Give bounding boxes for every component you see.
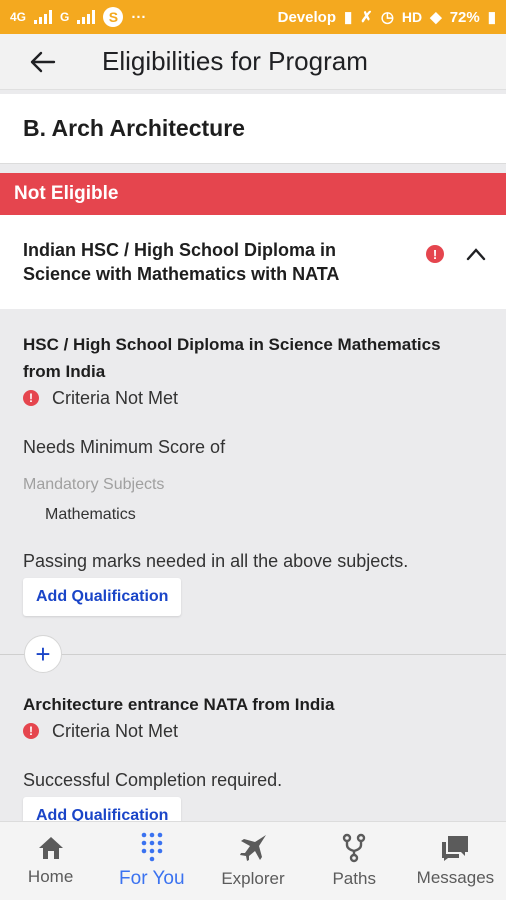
status-right: Develop ▮ ✗ ◷ HD ◆ 72% ▮ bbox=[277, 8, 496, 27]
nav-label: Explorer bbox=[221, 869, 285, 888]
arrow-left-icon bbox=[30, 51, 56, 72]
wifi-icon: ◆ bbox=[430, 9, 442, 26]
nav-explorer[interactable]: Explorer bbox=[202, 822, 303, 900]
nav-paths[interactable]: Paths bbox=[304, 822, 405, 900]
carrier-text: Develop bbox=[277, 8, 336, 26]
vibrate-icon: ▮ bbox=[343, 9, 353, 26]
fork-icon bbox=[343, 833, 366, 863]
nav-for-you[interactable]: For You bbox=[101, 822, 202, 900]
qualification-block-1: HSC / High School Diploma in Science Mat… bbox=[23, 331, 483, 616]
page-title: Eligibilities for Program bbox=[102, 46, 368, 76]
battery-level: 72% bbox=[449, 8, 480, 26]
subject-item: Mathematics bbox=[45, 506, 136, 523]
requirement-header[interactable]: Indian HSC / High School Diploma in Scie… bbox=[0, 215, 506, 309]
minimum-score-text: Needs Minimum Score of bbox=[23, 437, 226, 457]
criteria-text: Criteria Not Met bbox=[52, 387, 179, 408]
passing-note: Passing marks needed in all the above su… bbox=[23, 551, 409, 571]
jet-icon bbox=[240, 835, 266, 861]
warning-icon: ! bbox=[23, 723, 39, 739]
criteria-status: ! Criteria Not Met bbox=[23, 718, 483, 744]
signal-icon-2 bbox=[77, 10, 96, 24]
mandatory-subjects-label: Mandatory Subjects bbox=[23, 476, 165, 493]
nav-home[interactable]: Home bbox=[0, 822, 101, 900]
add-alternative-button[interactable]: + bbox=[24, 635, 62, 673]
warning-icon: ! bbox=[23, 390, 39, 406]
warning-icon: ! bbox=[426, 245, 444, 263]
status-bar: 4G G S ··· Develop ▮ ✗ ◷ HD ◆ 72% ▮ bbox=[0, 0, 506, 34]
chat-icon bbox=[442, 836, 469, 861]
network-type-1: 4G bbox=[10, 10, 27, 24]
program-card: B. Arch Architecture bbox=[0, 94, 506, 164]
chevron-up-icon[interactable] bbox=[466, 247, 486, 261]
grid-dots-icon bbox=[141, 832, 163, 862]
program-name: B. Arch Architecture bbox=[23, 115, 245, 141]
nav-label: Paths bbox=[332, 869, 376, 888]
completion-note: Successful Completion required. bbox=[23, 770, 283, 790]
nav-label: Messages bbox=[416, 868, 495, 887]
nav-label: Home bbox=[27, 867, 74, 886]
hd-label: HD bbox=[401, 9, 423, 25]
nav-label: For You bbox=[119, 868, 185, 889]
add-qualification-button[interactable]: Add Qualification bbox=[23, 578, 182, 616]
status-left: 4G G S ··· bbox=[10, 7, 146, 27]
battery-icon: ▮ bbox=[487, 9, 496, 26]
eligibility-status-banner: Not Eligible bbox=[0, 173, 506, 215]
more-notifications-icon: ··· bbox=[131, 8, 147, 26]
qualification-block-2: Architecture entrance NATA from India ! … bbox=[23, 691, 483, 821]
network-type-2: G bbox=[60, 10, 70, 24]
qualification-title: Architecture entrance NATA from India bbox=[23, 695, 335, 714]
requirement-details: HSC / High School Diploma in Science Mat… bbox=[0, 309, 506, 821]
nav-messages[interactable]: Messages bbox=[405, 822, 506, 900]
skype-icon: S bbox=[103, 7, 124, 27]
home-icon bbox=[38, 837, 63, 859]
app-bar: Eligibilities for Program bbox=[0, 34, 506, 90]
bottom-navigation: Home For You Explorer Paths Messages bbox=[0, 821, 506, 900]
mute-icon: ✗ bbox=[360, 9, 373, 26]
criteria-status: ! Criteria Not Met bbox=[23, 385, 483, 411]
requirement-title: Indian HSC / High School Diploma in Scie… bbox=[23, 240, 340, 284]
alarm-icon: ◷ bbox=[380, 9, 394, 26]
add-qualification-button[interactable]: Add Qualification bbox=[23, 797, 182, 821]
qualification-title: HSC / High School Diploma in Science Mat… bbox=[23, 335, 441, 381]
requirement-icons: ! bbox=[426, 245, 486, 263]
signal-icon bbox=[34, 10, 53, 24]
criteria-text: Criteria Not Met bbox=[52, 720, 179, 741]
back-button[interactable] bbox=[0, 34, 90, 90]
divider bbox=[0, 654, 506, 655]
eligibility-status-label: Not Eligible bbox=[14, 183, 119, 204]
